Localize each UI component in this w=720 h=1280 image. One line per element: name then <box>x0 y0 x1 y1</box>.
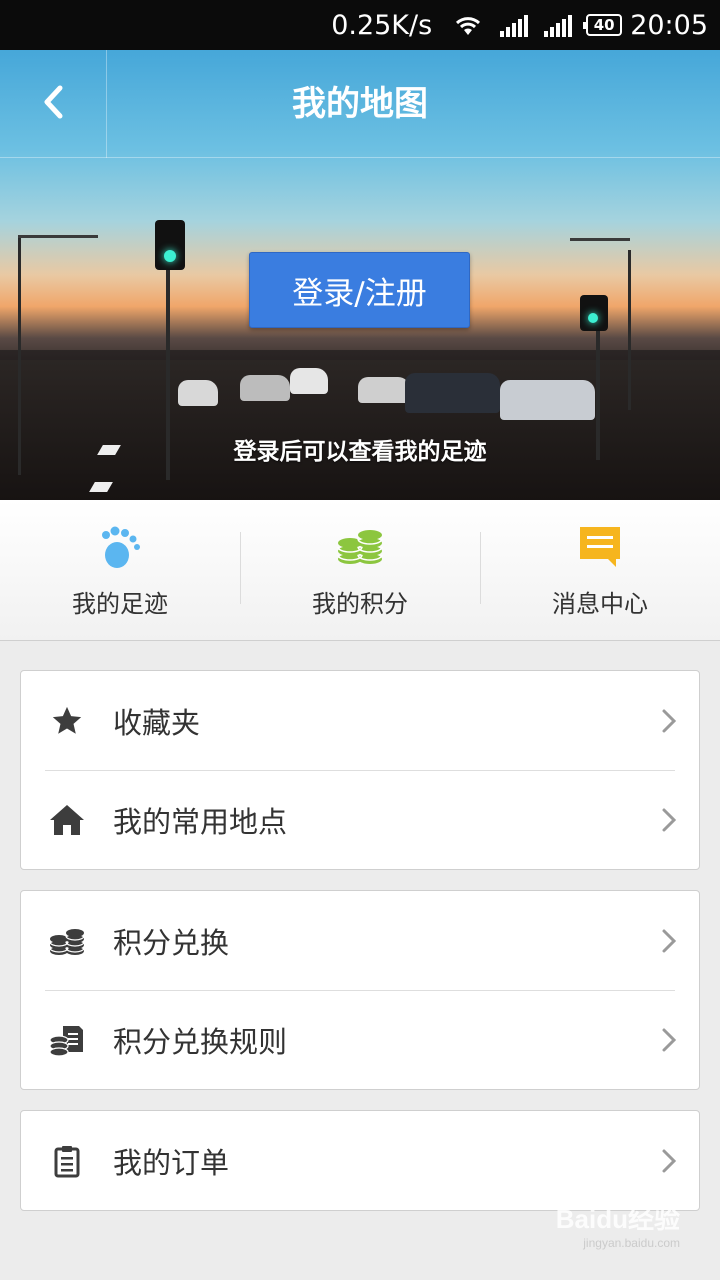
battery-icon: 40 <box>583 14 623 36</box>
clipboard-icon <box>21 1144 113 1178</box>
watermark-url: jingyan.baidu.com <box>583 1236 680 1250</box>
quick-nav: 我的足迹 我的积分 消息中心 <box>0 500 720 641</box>
chevron-right-icon <box>639 807 699 833</box>
coins-icon <box>336 524 384 570</box>
hero-banner: 我的地图 登录/注册 登录后可以查看我的足迹 <box>0 50 720 500</box>
menu-item-label: 我的订单 <box>113 1145 230 1180</box>
car <box>240 375 290 401</box>
lamp-pole-right <box>628 250 631 410</box>
chevron-right-icon <box>639 1148 699 1174</box>
coins-document-icon <box>21 1024 113 1056</box>
status-bar: 0.25K/s 40 20:05 <box>0 0 720 50</box>
menu-item-my-orders[interactable]: 我的订单 <box>21 1111 699 1210</box>
back-button[interactable] <box>0 50 107 158</box>
quick-nav-label: 我的足迹 <box>72 590 168 618</box>
lamp-arm-right <box>570 238 630 241</box>
login-register-button[interactable]: 登录/注册 <box>249 252 470 328</box>
car <box>178 380 218 406</box>
watermark-brand: Baidu经验 <box>555 1204 680 1234</box>
chevron-right-icon <box>639 928 699 954</box>
quick-nav-messages[interactable]: 消息中心 <box>480 500 720 640</box>
wifi-icon <box>452 13 484 37</box>
footprint-icon <box>97 524 143 570</box>
coins-stack-icon <box>21 927 113 955</box>
chevron-left-icon <box>40 84 66 124</box>
car <box>290 368 328 394</box>
menu-group-orders: 我的订单 <box>20 1110 700 1211</box>
chevron-right-icon <box>639 708 699 734</box>
car <box>500 380 595 420</box>
menu-group-favorites: 收藏夹 我的常用地点 <box>20 670 700 870</box>
car <box>358 377 410 403</box>
menu-item-label: 积分兑换规则 <box>113 1024 288 1059</box>
page-title: 我的地图 <box>292 84 428 124</box>
chevron-right-icon <box>639 1027 699 1053</box>
traffic-light-right-icon <box>580 295 608 331</box>
message-icon <box>578 524 622 570</box>
clock: 20:05 <box>630 9 708 41</box>
traffic-light-icon <box>155 220 185 270</box>
cell-signal-icon <box>498 13 529 37</box>
login-hint: 登录后可以查看我的足迹 <box>233 439 487 465</box>
menu-item-label: 我的常用地点 <box>113 804 288 839</box>
cell-signal-icon-2 <box>542 13 573 37</box>
menu-item-points-exchange[interactable]: 积分兑换 <box>21 891 699 990</box>
menu-item-label: 积分兑换 <box>113 925 230 960</box>
home-icon <box>21 803 113 837</box>
car <box>405 373 500 413</box>
menu-item-frequent-places[interactable]: 我的常用地点 <box>21 770 699 869</box>
quick-nav-label: 我的积分 <box>312 590 408 618</box>
quick-nav-footprint[interactable]: 我的足迹 <box>0 500 240 640</box>
network-speed: 0.25K/s <box>331 9 433 41</box>
menu-item-label: 收藏夹 <box>113 705 201 740</box>
menu-item-points-rules[interactable]: 积分兑换规则 <box>21 990 699 1089</box>
lamp-arm <box>18 235 98 238</box>
top-bar: 我的地图 <box>0 50 720 158</box>
quick-nav-points[interactable]: 我的积分 <box>240 500 480 640</box>
menu-item-favorites[interactable]: 收藏夹 <box>21 671 699 770</box>
baidu-watermark: Baidu经验 jingyan.baidu.com <box>556 1199 680 1250</box>
star-icon <box>21 704 113 738</box>
menu-group-points: 积分兑换 积分兑换规则 <box>20 890 700 1090</box>
quick-nav-label: 消息中心 <box>552 590 648 618</box>
